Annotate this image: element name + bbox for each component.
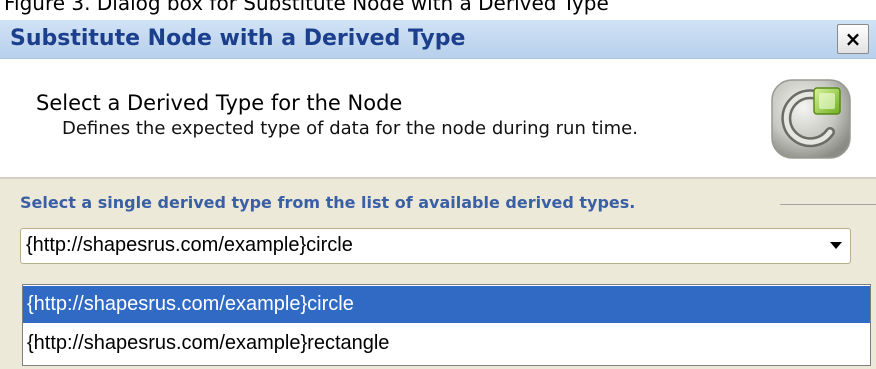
combo-value: {http://shapesrus.com/example}circle <box>26 234 353 256</box>
chevron-down-icon[interactable] <box>830 242 842 249</box>
page-description: Defines the expected type of data for th… <box>62 118 638 139</box>
derived-type-list[interactable]: {http://shapesrus.com/example}circle {ht… <box>22 284 871 366</box>
document-caption-strip: Figure 3. Dialog box for Substitute Node… <box>0 0 876 20</box>
list-item[interactable]: {http://shapesrus.com/example}circle <box>23 286 870 323</box>
dialog-content: Select a single derived type from the li… <box>0 179 876 369</box>
list-item-label: {http://shapesrus.com/example}circle <box>27 293 354 315</box>
instruction-label: Select a single derived type from the li… <box>20 193 640 212</box>
list-item[interactable]: {http://shapesrus.com/example}rectangle <box>23 325 870 362</box>
page-title: Select a Derived Type for the Node <box>36 91 403 115</box>
header-panel: Select a Derived Type for the Node Defin… <box>0 59 876 176</box>
close-button[interactable]: × <box>837 24 869 54</box>
wizard-logo-icon <box>771 79 851 159</box>
derived-type-combo[interactable]: {http://shapesrus.com/example}circle <box>20 228 851 264</box>
instruction-rule <box>780 204 876 205</box>
document-caption: Figure 3. Dialog box for Substitute Node… <box>4 0 609 15</box>
dialog-title-bar[interactable]: Substitute Node with a Derived Type × <box>0 20 876 59</box>
dialog-title: Substitute Node with a Derived Type <box>10 26 466 51</box>
instruction-row: Select a single derived type from the li… <box>20 193 876 217</box>
list-item-label: {http://shapesrus.com/example}rectangle <box>27 332 390 354</box>
close-icon: × <box>844 27 862 51</box>
